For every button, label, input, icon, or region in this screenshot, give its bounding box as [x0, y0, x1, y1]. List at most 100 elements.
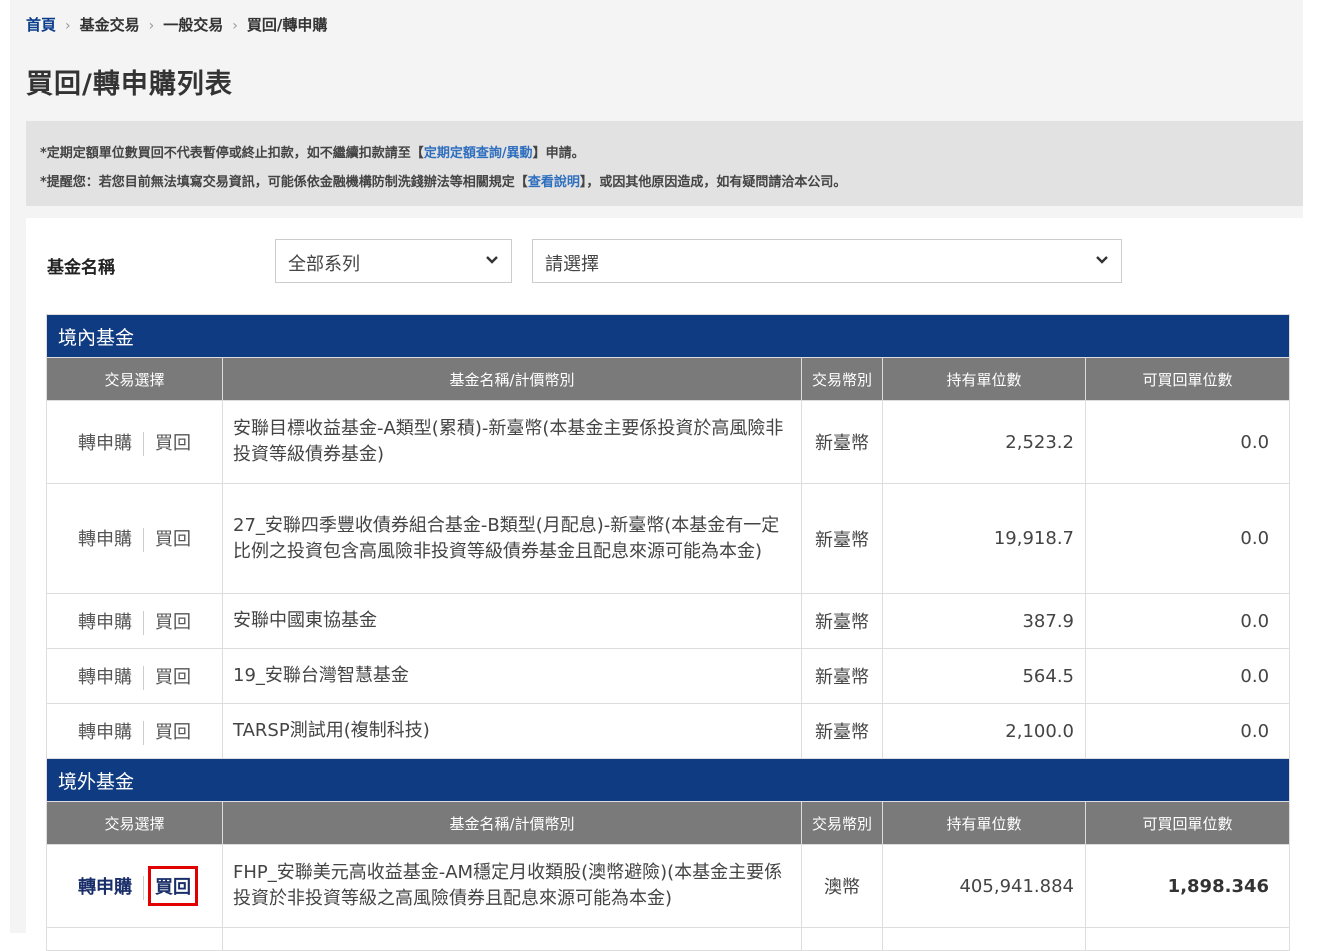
overseas-section-header: 境外基金 [45, 758, 1291, 802]
page-title: 買回/轉申購列表 [26, 69, 233, 100]
domestic-column-headers: 交易選擇 基金名稱/計價幣別 交易幣別 持有單位數 可買回單位數 [46, 357, 1291, 401]
redeem-button[interactable]: 買回 [155, 663, 191, 689]
empty-cell [801, 927, 883, 951]
table-row: 轉申購 買回 19_安聯台灣智慧基金 新臺幣 564.5 0.0 [46, 648, 1291, 704]
redeem-button-highlighted[interactable]: 買回 [148, 865, 198, 906]
redeemable-cell: 1,898.346 [1084, 844, 1291, 928]
currency-cell: 澳幣 [801, 844, 883, 928]
fund-name-cell: 安聯目標收益基金-A類型(累積)-新臺幣(本基金主要係投資於高風險非投資等級債券… [222, 400, 802, 484]
domestic-section-title: 境內基金 [45, 314, 1291, 358]
action-cell: 轉申購 買回 [46, 648, 223, 704]
action-cell: 轉申購 買回 [46, 844, 223, 928]
fund-name-cell: 19_安聯台灣智慧基金 [222, 648, 802, 704]
domestic-section-header: 境內基金 [45, 314, 1291, 358]
breadcrumb-home-link[interactable]: 首頁 [26, 16, 56, 34]
empty-cell [46, 927, 223, 951]
breadcrumb: 首頁 › 基金交易 › 一般交易 › 買回/轉申購 [26, 14, 327, 35]
column-header-units: 持有單位數 [882, 801, 1086, 845]
notice-line-1: *定期定額單位數買回不代表暫停或終止扣款，如不繼續扣款請至【定期定額查詢/異動】… [40, 142, 585, 161]
currency-cell: 新臺幣 [801, 593, 883, 649]
table-row: 轉申購 買回 27_安聯四季豐收債券組合基金-B類型(月配息)-新臺幣(本基金有一… [46, 483, 1291, 594]
breadcrumb-separator: › [232, 18, 238, 34]
notice-box: *定期定額單位數買回不代表暫停或終止扣款，如不繼續扣款請至【定期定額查詢/異動】… [26, 121, 1303, 206]
breadcrumb-separator: › [65, 18, 71, 34]
currency-cell: 新臺幣 [801, 648, 883, 704]
switch-button[interactable]: 轉申購 [78, 718, 132, 744]
fund-name-cell: 安聯中國東協基金 [222, 593, 802, 649]
notice-line-2: *提醒您：若您目前無法填寫交易資訊，可能係依金融機構防制洗錢辦法等相關規定【查看… [40, 171, 846, 190]
column-header-fund-name: 基金名稱/計價幣別 [222, 801, 802, 845]
redeem-button[interactable]: 買回 [155, 525, 191, 551]
units-cell: 2,523.2 [882, 400, 1086, 484]
action-divider [143, 720, 144, 745]
chevron-down-icon [1096, 256, 1108, 264]
redeemable-cell: 0.0 [1084, 483, 1291, 594]
fund-series-select[interactable]: 全部系列 [275, 239, 512, 283]
units-cell: 405,941.884 [882, 844, 1086, 928]
chevron-down-icon [486, 256, 498, 264]
column-header-redeemable: 可買回單位數 [1084, 357, 1291, 401]
breadcrumb-current: 買回/轉申購 [246, 16, 328, 34]
switch-button[interactable]: 轉申購 [78, 608, 132, 634]
fund-name-cell: TARSP測試用(複制科技) [222, 703, 802, 759]
redeem-button[interactable]: 買回 [155, 608, 191, 634]
switch-button[interactable]: 轉申購 [78, 429, 132, 455]
fund-name-value: 請選擇 [545, 254, 599, 275]
table-row: 轉申購 買回 安聯中國東協基金 新臺幣 387.9 0.0 [46, 593, 1291, 649]
redeem-button[interactable]: 買回 [155, 429, 191, 455]
currency-cell: 新臺幣 [801, 483, 883, 594]
action-cell: 轉申購 買回 [46, 593, 223, 649]
regular-investment-link[interactable]: 定期定額查詢/異動 [424, 146, 533, 161]
view-explanation-link[interactable]: 查看說明 [528, 175, 580, 190]
main-content: 基金名稱 全部系列 請選擇 境內基金 交易選擇 基金名稱/計價幣別 交易幣別 持… [26, 218, 1303, 951]
action-cell: 轉申購 買回 [46, 483, 223, 594]
column-header-redeemable: 可買回單位數 [1084, 801, 1291, 845]
redeemable-cell: 0.0 [1084, 648, 1291, 704]
fund-name-cell: FHP_安聯美元高收益基金-AM穩定月收類股(澳幣避險)(本基金主要係投資於非投… [222, 844, 802, 928]
column-header-action: 交易選擇 [46, 801, 223, 845]
column-header-action: 交易選擇 [46, 357, 223, 401]
empty-cell [882, 927, 1086, 951]
action-divider [143, 610, 144, 635]
funds-table: 境內基金 交易選擇 基金名稱/計價幣別 交易幣別 持有單位數 可買回單位數 轉申… [45, 314, 1291, 951]
units-cell: 387.9 [882, 593, 1086, 649]
column-header-currency: 交易幣別 [801, 357, 883, 401]
units-cell: 564.5 [882, 648, 1086, 704]
breadcrumb-separator: › [148, 18, 155, 34]
redeemable-cell: 0.0 [1084, 703, 1291, 759]
table-row: 轉申購 買回 安聯目標收益基金-A類型(累積)-新臺幣(本基金主要係投資於高風險非… [46, 400, 1291, 484]
page-background: 首頁 › 基金交易 › 一般交易 › 買回/轉申購 買回/轉申購列表 *定期定額單位數買回不… [10, 0, 1303, 951]
notice-text: *提醒您：若您目前無法填寫交易資訊，可能係依金融機構防制洗錢辦法等相關規定【 [40, 175, 528, 190]
column-header-units: 持有單位數 [882, 357, 1086, 401]
column-header-currency: 交易幣別 [801, 801, 883, 845]
units-cell: 19,918.7 [882, 483, 1086, 594]
fund-name-cell: 27_安聯四季豐收債券組合基金-B類型(月配息)-新臺幣(本基金有一定比例之投資… [222, 483, 802, 594]
empty-cell [1084, 927, 1291, 951]
action-cell: 轉申購 買回 [46, 400, 223, 484]
notice-text: *定期定額單位數買回不代表暫停或終止扣款，如不繼續扣款請至【 [40, 146, 424, 161]
action-cell: 轉申購 買回 [46, 703, 223, 759]
fund-name-select[interactable]: 請選擇 [532, 239, 1122, 283]
table-row [46, 927, 1291, 951]
switch-button[interactable]: 轉申購 [78, 663, 132, 689]
table-row: 轉申購 買回 FHP_安聯美元高收益基金-AM穩定月收類股(澳幣避險)(本基金主要… [46, 844, 1291, 928]
column-header-fund-name: 基金名稱/計價幣別 [222, 357, 802, 401]
action-divider [143, 528, 144, 552]
currency-cell: 新臺幣 [801, 703, 883, 759]
table-row: 轉申購 買回 TARSP測試用(複制科技) 新臺幣 2,100.0 0.0 [46, 703, 1291, 759]
breadcrumb-general-trading[interactable]: 一般交易 [163, 16, 223, 34]
switch-button[interactable]: 轉申購 [78, 525, 132, 551]
overseas-section-title: 境外基金 [45, 758, 1291, 802]
action-divider [143, 431, 144, 456]
units-cell: 2,100.0 [882, 703, 1086, 759]
notice-text: 】申請。 [532, 146, 585, 161]
redeemable-cell: 0.0 [1084, 593, 1291, 649]
currency-cell: 新臺幣 [801, 400, 883, 484]
breadcrumb-fund-trading[interactable]: 基金交易 [80, 16, 140, 34]
action-divider [143, 665, 144, 690]
redeem-button[interactable]: 買回 [155, 718, 191, 744]
fund-name-label: 基金名稱 [47, 258, 115, 278]
overseas-column-headers: 交易選擇 基金名稱/計價幣別 交易幣別 持有單位數 可買回單位數 [46, 801, 1291, 845]
switch-button[interactable]: 轉申購 [78, 873, 132, 899]
notice-text: 】，或因其他原因造成，如有疑問請洽本公司。 [579, 175, 847, 190]
